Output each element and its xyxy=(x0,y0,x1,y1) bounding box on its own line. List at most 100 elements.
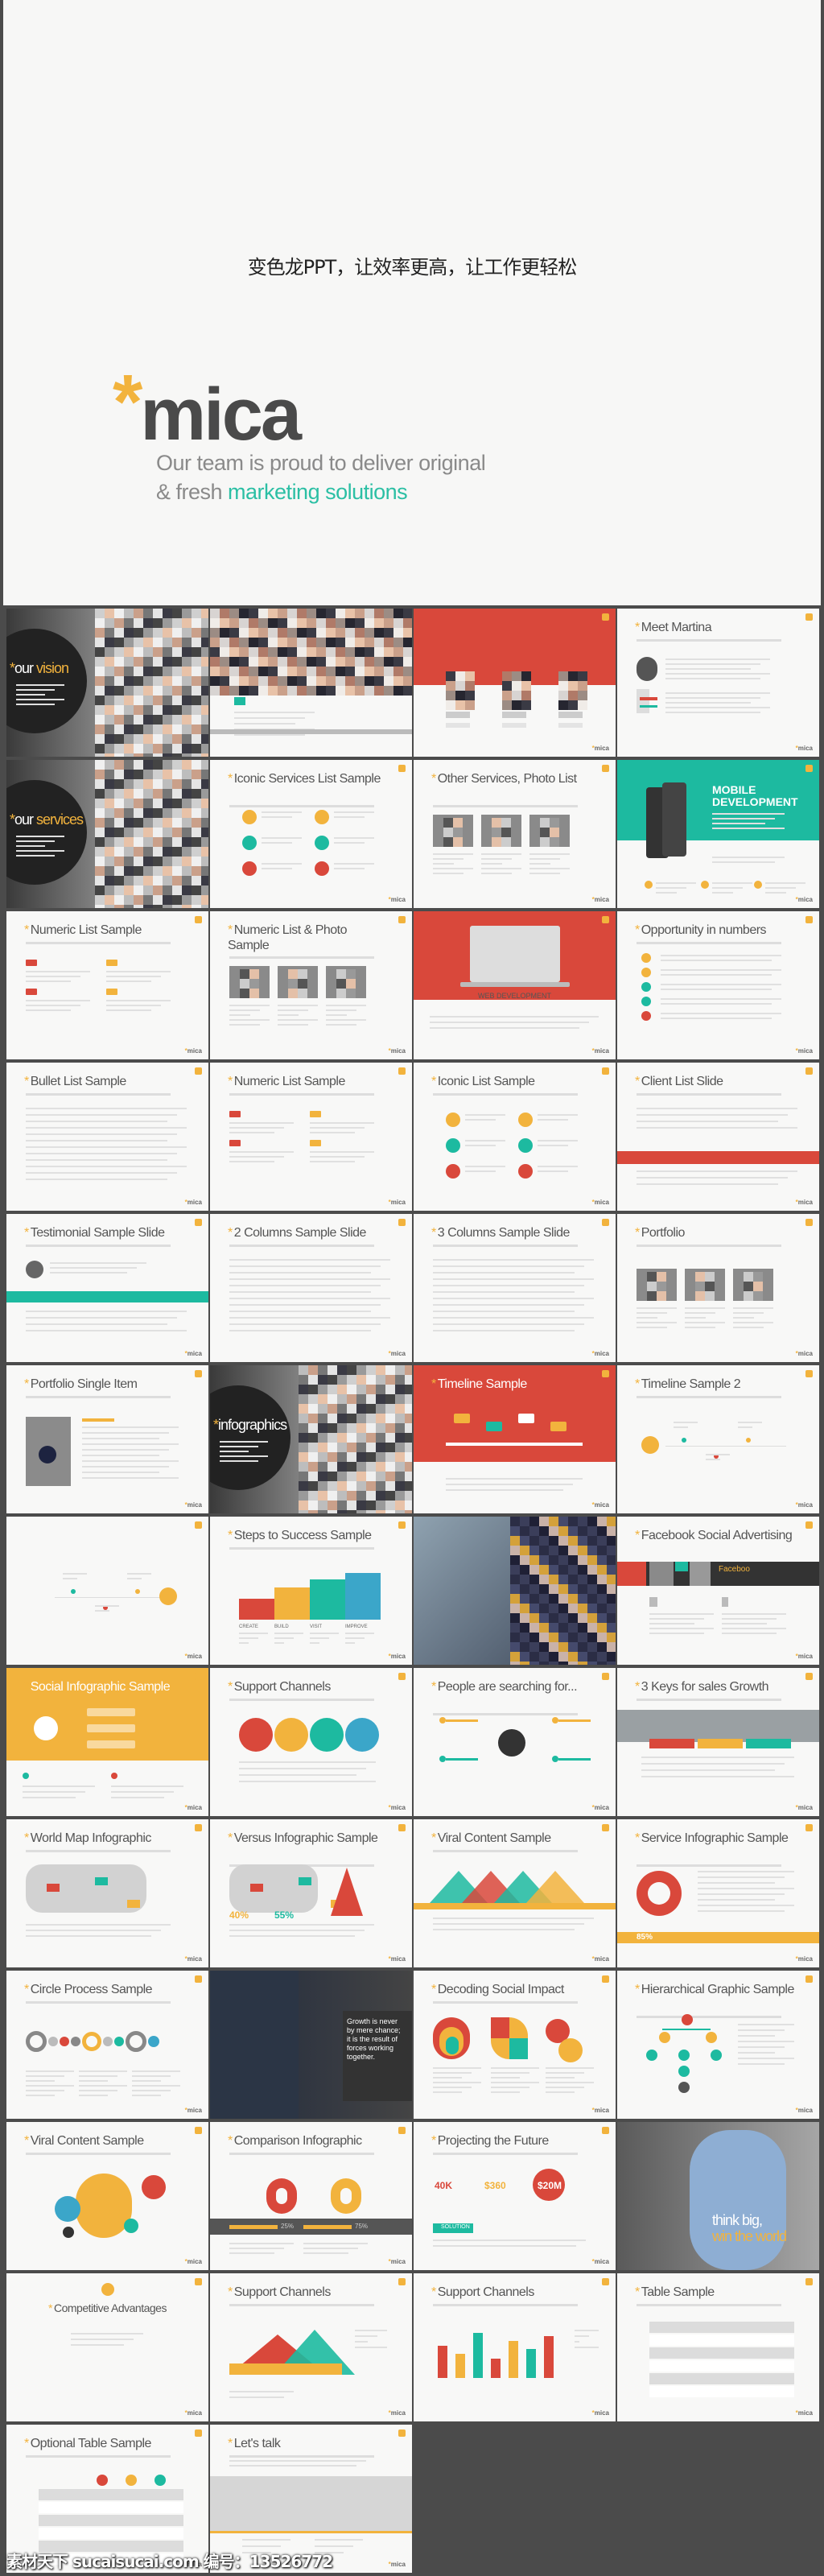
slide-thumbnail[interactable]: * 3 Keys for sales Growth *mica xyxy=(617,1668,819,1816)
text-line xyxy=(637,1183,778,1185)
slide-thumbnail[interactable]: *mica xyxy=(414,609,616,757)
service-icon xyxy=(446,1138,460,1153)
pixelated-photo-block xyxy=(336,647,345,657)
pixelated-photo-block xyxy=(568,1594,578,1604)
pixelated-photo-block xyxy=(318,1462,328,1472)
pixelated-photo-block xyxy=(529,1565,539,1575)
slide-thumbnail[interactable]: * Iconic List Sample *mica xyxy=(414,1063,616,1211)
slide-thumbnail[interactable]: * Numeric List Sample *mica xyxy=(210,1063,412,1211)
slide-thumbnail[interactable]: * Hierarchical Graphic Sample *mica xyxy=(617,1971,819,2119)
pixelated-photo-block xyxy=(210,667,220,676)
slide-title: * Meet Martina xyxy=(635,620,796,635)
slide-thumbnail[interactable]: *our vision xyxy=(6,609,208,757)
pixelated-photo-block xyxy=(539,1584,549,1594)
slide-thumbnail[interactable]: * Meet Martina *mica xyxy=(617,609,819,757)
pixelated-photo-block xyxy=(268,657,278,667)
asterisk-icon: * xyxy=(635,1226,640,1240)
slide-title-text: Decoding Social Impact xyxy=(437,1983,565,1996)
slide-thumbnail[interactable]: * Timeline Sample *mica xyxy=(414,1365,616,1513)
mica-logo: *mica xyxy=(185,1955,202,1963)
slide-thumbnail[interactable]: * Other Services, Photo List *mica xyxy=(414,760,616,908)
slide-thumbnail[interactable]: * Portfolio Single Item *mica xyxy=(6,1365,208,1513)
slide-thumbnail[interactable]: * Testimonial Sample Slide *mica xyxy=(6,1214,208,1362)
slide-thumbnail[interactable]: * World Map Infographic *mica xyxy=(6,1819,208,1967)
slide-title: * 2 Columns Sample Slide xyxy=(228,1225,389,1241)
subtitle-line xyxy=(433,1850,578,1852)
slide-thumbnail[interactable]: MOBILE DEVELOPMENT *mica xyxy=(617,760,819,908)
text-line xyxy=(26,1127,187,1129)
pixelated-photo-block xyxy=(558,681,568,691)
slide-thumbnail[interactable]: * Table Sample *mica xyxy=(617,2273,819,2421)
slide-thumbnail[interactable]: * Decoding Social Impact *mica xyxy=(414,1971,616,2119)
slide-thumbnail[interactable]: * Iconic Services List Sample *mica xyxy=(210,760,412,908)
slide-title: * Iconic List Sample xyxy=(431,1074,592,1089)
pixelated-photo-block xyxy=(143,837,153,847)
pixelated-photo-block xyxy=(345,647,355,657)
slide-thumbnail[interactable]: * Social Infographic Sample *mica xyxy=(6,1668,208,1816)
pixelated-photo-block xyxy=(308,1394,318,1404)
slide-thumbnail[interactable]: * Circle Process Sample *mica xyxy=(6,1971,208,2119)
slide-thumbnail[interactable]: * Comparison Infographic 25% 75% *mica xyxy=(210,2122,412,2270)
service-icon xyxy=(641,953,651,963)
slide-thumbnail[interactable]: think big, win the world xyxy=(617,2122,819,2270)
text-line xyxy=(229,2252,274,2254)
slide-thumbnail[interactable]: * Support Channels *mica xyxy=(210,2273,412,2421)
text-line xyxy=(262,868,292,869)
mica-logo-text: mica xyxy=(390,2561,406,2568)
slide-thumbnail[interactable]: Growth is never by mere chance; it is th… xyxy=(210,1971,412,2119)
slide-thumbnail[interactable]: *our services xyxy=(6,760,208,908)
slide-thumbnail[interactable]: * Opportunity in numbers *mica xyxy=(617,911,819,1059)
pixelated-photo-block xyxy=(134,847,143,857)
slide-thumbnail[interactable]: * Numeric List Sample *mica xyxy=(6,911,208,1059)
slide-thumbnail[interactable]: * Competitive Advantages *mica xyxy=(6,2273,208,2421)
pixelated-photo-block xyxy=(95,760,105,770)
pixelated-photo-block xyxy=(192,686,201,696)
text-line xyxy=(722,1628,786,1629)
slide-thumbnail[interactable]: * Portfolio *mica xyxy=(617,1214,819,1362)
pixelated-photo-block xyxy=(114,609,124,618)
text-line xyxy=(262,816,292,818)
slide-thumbnail[interactable]: *mica xyxy=(6,1517,208,1665)
slide-thumbnail[interactable]: * 2 Columns Sample Slide *mica xyxy=(210,1214,412,1362)
text-line xyxy=(229,1132,274,1133)
slide-thumbnail[interactable]: * Support Channels *mica xyxy=(414,2273,616,2421)
slide-title: * Iconic Services List Sample xyxy=(228,771,389,786)
pixelated-photo-block xyxy=(105,744,114,753)
slide-thumbnail[interactable]: * Timeline Sample 2 *mica xyxy=(617,1365,819,1513)
mica-logo-text: mica xyxy=(390,1047,406,1055)
decoration xyxy=(491,2017,509,2038)
slide-thumbnail[interactable]: * Viral Content Sample *mica xyxy=(6,2122,208,2270)
slide-thumbnail[interactable] xyxy=(414,1517,616,1665)
slide-thumbnail[interactable]: * Facebook Social Advertising Faceboo *mica xyxy=(617,1517,819,1665)
asterisk-icon: * xyxy=(228,1680,233,1694)
pixelated-photo-block xyxy=(695,1282,705,1291)
pixelated-photo-block xyxy=(307,667,316,676)
asterisk-icon: * xyxy=(228,2285,233,2299)
pixelated-photo-block xyxy=(558,1546,568,1555)
mica-logo-text: mica xyxy=(594,1350,609,1357)
slide-thumbnail[interactable]: * 3 Columns Sample Slide *mica xyxy=(414,1214,616,1362)
timeline-marker xyxy=(71,1589,76,1594)
slide-thumbnail[interactable]: WEB DEVELOPMENT *mica xyxy=(414,911,616,1059)
slide-thumbnail[interactable]: * Support Channels *mica xyxy=(210,1668,412,1816)
slide-thumbnail[interactable]: * Projecting the Future 40K $360 $20M SOLUTIO… xyxy=(414,2122,616,2270)
service-icon xyxy=(446,1113,460,1127)
pixelated-photo-block xyxy=(607,1536,616,1546)
slide-thumbnail[interactable]: * People are searching for... *mica xyxy=(414,1668,616,1816)
mica-logo-text: mica xyxy=(390,1350,406,1357)
slide-thumbnail[interactable]: * Steps to Success Sample CREATE BUILD VISIT… xyxy=(210,1517,412,1665)
key-banner xyxy=(649,1739,694,1748)
slide-thumbnail[interactable]: *infographics xyxy=(210,1365,412,1513)
slide-thumbnail[interactable]: * Numeric List & Photo Sample *mica xyxy=(210,911,412,1059)
slide-thumbnail[interactable]: * Client List Slide *mica xyxy=(617,1063,819,1211)
pixelated-photo-block xyxy=(455,700,465,710)
channel-circle xyxy=(345,1718,379,1752)
slide-thumbnail[interactable]: * Viral Content Sample *mica xyxy=(414,1819,616,1967)
slide-thumbnail[interactable]: * Versus Infographic Sample 40% 55% *mica xyxy=(210,1819,412,1967)
slide-thumbnail[interactable]: * Bullet List Sample *mica xyxy=(6,1063,208,1211)
slide-thumbnail[interactable] xyxy=(210,609,412,757)
decoration xyxy=(617,1562,646,1586)
slide-thumbnail[interactable]: * Service Infographic Sample 85% *mica xyxy=(617,1819,819,1967)
pixelated-photo-block xyxy=(578,681,587,691)
text-line xyxy=(433,1918,594,1919)
